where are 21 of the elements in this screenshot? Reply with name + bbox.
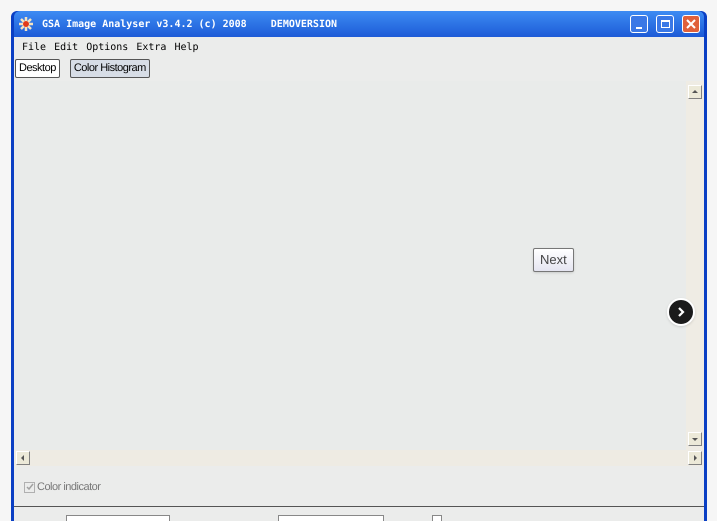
menu-item[interactable]: Help [174, 40, 199, 54]
tooltip: Next [533, 248, 574, 272]
close-button[interactable] [682, 15, 700, 33]
chevron-right-icon [676, 307, 686, 317]
toolbar-tab[interactable]: Color Histogram [70, 58, 150, 78]
toolbar-tab[interactable]: Desktop [15, 58, 60, 78]
menu-item[interactable]: File [22, 40, 46, 54]
check-icon [26, 483, 34, 491]
close-icon [686, 19, 696, 29]
scroll-up-button[interactable] [688, 85, 702, 99]
menu-item[interactable]: Edit [54, 40, 78, 54]
menu-item[interactable]: Extra [136, 40, 166, 54]
menu-item[interactable]: Options [86, 40, 128, 54]
gear-icon [18, 16, 34, 32]
scroll-left-button[interactable] [16, 451, 30, 465]
maximize-button[interactable] [656, 15, 674, 33]
minimize-button[interactable] [630, 15, 648, 33]
checkbox-label: Color indicator [37, 480, 100, 495]
scroll-down-button[interactable] [688, 432, 702, 446]
window-title: GSA Image Analyser v3.4.2 (c) 2008 DEMOVERSION [42, 18, 338, 32]
scroll-right-button[interactable] [688, 451, 702, 465]
